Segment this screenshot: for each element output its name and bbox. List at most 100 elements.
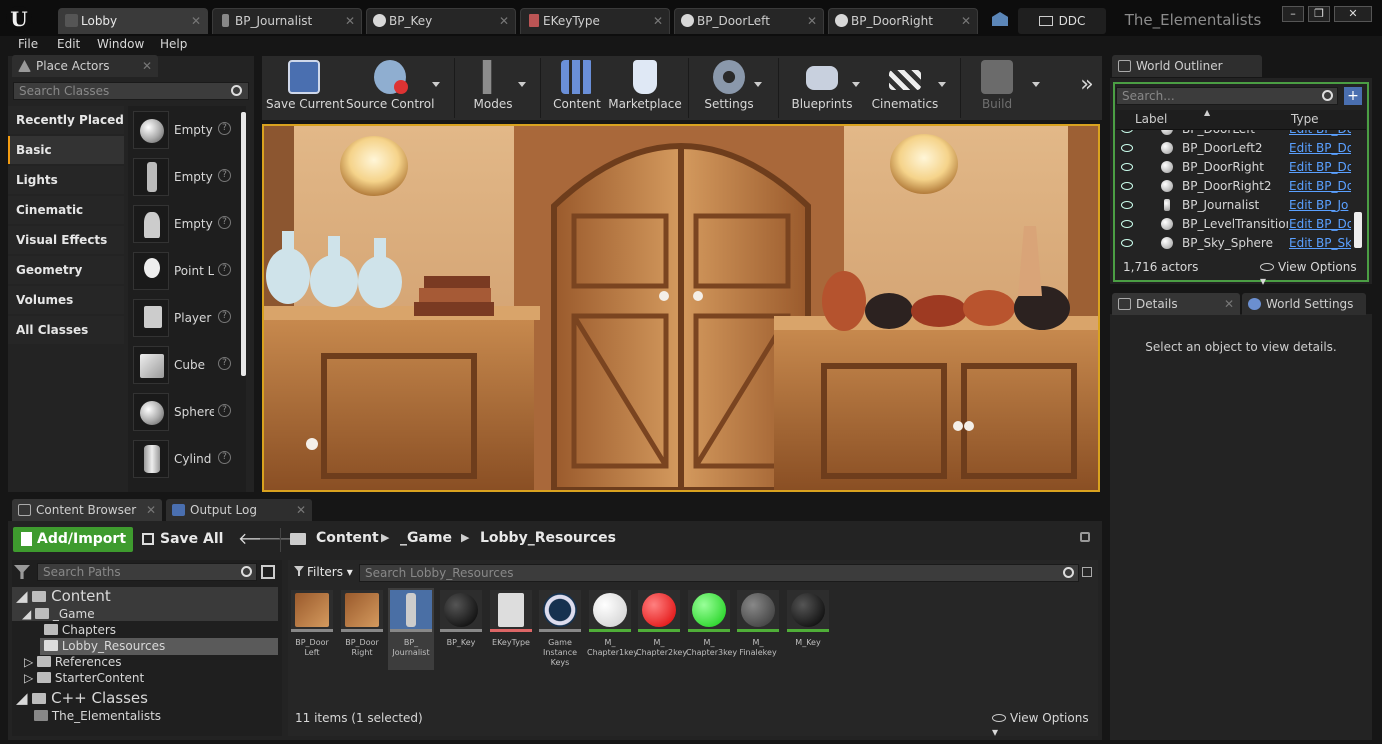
close-button[interactable]: ✕ (1334, 6, 1372, 22)
chevron-down-icon[interactable] (852, 82, 860, 87)
actor-player-start[interactable]: Player? (130, 296, 236, 340)
category-geometry[interactable]: Geometry (8, 256, 124, 284)
tree-item-game[interactable]: ◢ _Game (22, 607, 95, 621)
tree-item-project[interactable]: The_Elementalists (34, 709, 161, 723)
outliner-row[interactable]: BP_DoorLeft2 Edit BP_Do (1116, 139, 1366, 158)
search-classes-input[interactable]: Search Classes (13, 82, 249, 100)
row-type-link[interactable]: Edit BP_Do (1289, 130, 1351, 139)
tab-bp-doorright[interactable]: BP_DoorRight ✕ (828, 8, 978, 34)
close-icon[interactable]: ✕ (961, 9, 971, 33)
category-visual-effects[interactable]: Visual Effects (8, 226, 124, 254)
row-type-link[interactable]: Edit BP_Do (1289, 139, 1351, 158)
outliner-row[interactable]: BP_DoorLeftEdit BP_Do (1116, 130, 1366, 139)
tab-world-outliner[interactable]: World Outliner (1112, 55, 1262, 77)
eye-icon[interactable] (1121, 239, 1133, 247)
chevron-down-icon[interactable] (1032, 82, 1040, 87)
help-icon[interactable]: ? (218, 404, 231, 417)
outliner-row[interactable]: BP_LevelTransition Edit BP_Do (1116, 215, 1366, 234)
asset-game-instance-keys[interactable]: Game Instance Keys (537, 588, 583, 670)
col-label[interactable]: Label (1135, 112, 1167, 126)
actor-sphere[interactable]: Sphere? (130, 390, 236, 434)
tree-item-chapters[interactable]: Chapters (44, 623, 116, 637)
content-view-options[interactable]: View Options ▾ (992, 711, 1096, 739)
outliner-search-input[interactable]: Search... (1116, 87, 1338, 105)
chevron-right-icon[interactable]: ▶ (461, 531, 469, 544)
menu-file[interactable]: File (18, 37, 38, 51)
more-tools-button[interactable]: » (1074, 70, 1100, 100)
asset-bp-journalist[interactable]: BP_ Journalist (388, 588, 434, 670)
menu-help[interactable]: Help (160, 37, 187, 51)
help-icon[interactable]: ? (218, 263, 231, 276)
category-lights[interactable]: Lights (8, 166, 124, 194)
close-icon[interactable]: ✕ (146, 499, 156, 521)
row-type-link[interactable]: Edit BP_Jo (1289, 196, 1351, 215)
source-control-button[interactable]: Source Control (346, 56, 434, 120)
search-paths-input[interactable]: Search Paths (37, 563, 257, 581)
eye-icon[interactable] (1121, 220, 1133, 228)
save-all-button[interactable]: Save All (142, 527, 228, 552)
tree-item-references[interactable]: ▷ References (24, 655, 122, 669)
tab-lobby[interactable]: Lobby ✕ (58, 8, 208, 34)
col-type[interactable]: Type (1291, 112, 1319, 126)
chevron-down-icon[interactable] (518, 82, 526, 87)
menu-window[interactable]: Window (97, 37, 144, 51)
row-type-link[interactable]: Edit BP_Do (1289, 177, 1351, 196)
breadcrumb-lobby-resources[interactable]: Lobby_Resources (480, 530, 616, 546)
asset-m-chapter3key[interactable]: M_ Chapter3key (686, 588, 737, 670)
close-icon[interactable]: ✕ (1224, 293, 1234, 315)
blueprints-button[interactable]: Blueprints (788, 56, 856, 120)
asset-bp-door-left[interactable]: BP_Door Left (289, 588, 335, 670)
eye-icon[interactable] (1121, 201, 1133, 209)
breadcrumb-game[interactable]: _Game (400, 530, 452, 546)
tab-place-actors[interactable]: Place Actors ✕ (12, 55, 158, 77)
asset-m-chapter1key[interactable]: M_ Chapter1key (587, 588, 638, 670)
row-type-link[interactable]: Edit BP_Do (1289, 158, 1351, 177)
close-icon[interactable]: ✕ (142, 55, 152, 77)
asset-m-finalekey[interactable]: M_ Finalekey (735, 588, 781, 670)
tab-world-settings[interactable]: World Settings (1242, 293, 1366, 315)
outliner-row[interactable]: BP_DoorRight2 Edit BP_Do (1116, 177, 1366, 196)
help-icon[interactable]: ? (218, 216, 231, 229)
eye-icon[interactable] (1121, 163, 1133, 171)
tree-item-starter-content[interactable]: ▷ StarterContent (24, 671, 144, 685)
chevron-down-icon[interactable] (432, 82, 440, 87)
actor-empty-pawn[interactable]: Empty? (130, 202, 236, 246)
save-search-icon[interactable] (1082, 567, 1092, 577)
maximize-button[interactable]: ❐ (1308, 6, 1330, 22)
actor-point-light[interactable]: Point L? (130, 249, 236, 293)
help-icon[interactable]: ? (218, 122, 231, 135)
eye-icon[interactable] (1121, 130, 1133, 133)
outliner-scrollbar[interactable] (1354, 212, 1362, 248)
actor-list-scrollbar[interactable] (241, 112, 246, 376)
row-type-link[interactable]: Edit BP_Do (1289, 215, 1351, 234)
close-icon[interactable]: ✕ (296, 499, 306, 521)
view-options-icon[interactable] (261, 565, 275, 579)
actor-empty-actor[interactable]: Empty? (130, 108, 236, 152)
asset-ekeytype[interactable]: EKeyType (488, 588, 534, 670)
actor-cube[interactable]: Cube? (130, 343, 236, 387)
category-all-classes[interactable]: All Classes (8, 316, 124, 344)
eye-icon[interactable] (1121, 182, 1133, 190)
cinematics-button[interactable]: Cinematics (868, 56, 942, 120)
ddc-button[interactable]: DDC (1018, 8, 1106, 34)
category-basic[interactable]: Basic (8, 136, 124, 164)
minimize-button[interactable]: – (1282, 6, 1304, 22)
category-cinematic[interactable]: Cinematic (8, 196, 124, 224)
modes-button[interactable]: Modes (462, 56, 524, 120)
asset-bp-door-right[interactable]: BP_Door Right (339, 588, 385, 670)
add-actor-button[interactable]: + (1344, 87, 1362, 105)
asset-bp-key[interactable]: BP_Key (438, 588, 484, 670)
save-current-button[interactable]: Save Current (266, 56, 344, 120)
close-icon[interactable]: ✕ (653, 9, 663, 33)
help-icon[interactable]: ? (218, 451, 231, 464)
category-recently-placed[interactable]: Recently Placed (8, 106, 124, 134)
add-import-button[interactable]: Add/Import ▾ (13, 527, 133, 572)
close-icon[interactable]: ✕ (191, 9, 201, 33)
close-icon[interactable]: ✕ (345, 9, 355, 33)
tree-item-content[interactable]: ◢ Content (16, 587, 111, 605)
eye-icon[interactable] (1121, 144, 1133, 152)
tab-bp-key[interactable]: BP_Key ✕ (366, 8, 516, 34)
chevron-down-icon[interactable] (938, 82, 946, 87)
breadcrumb-content[interactable]: Content (316, 530, 379, 546)
close-icon[interactable]: ✕ (807, 9, 817, 33)
